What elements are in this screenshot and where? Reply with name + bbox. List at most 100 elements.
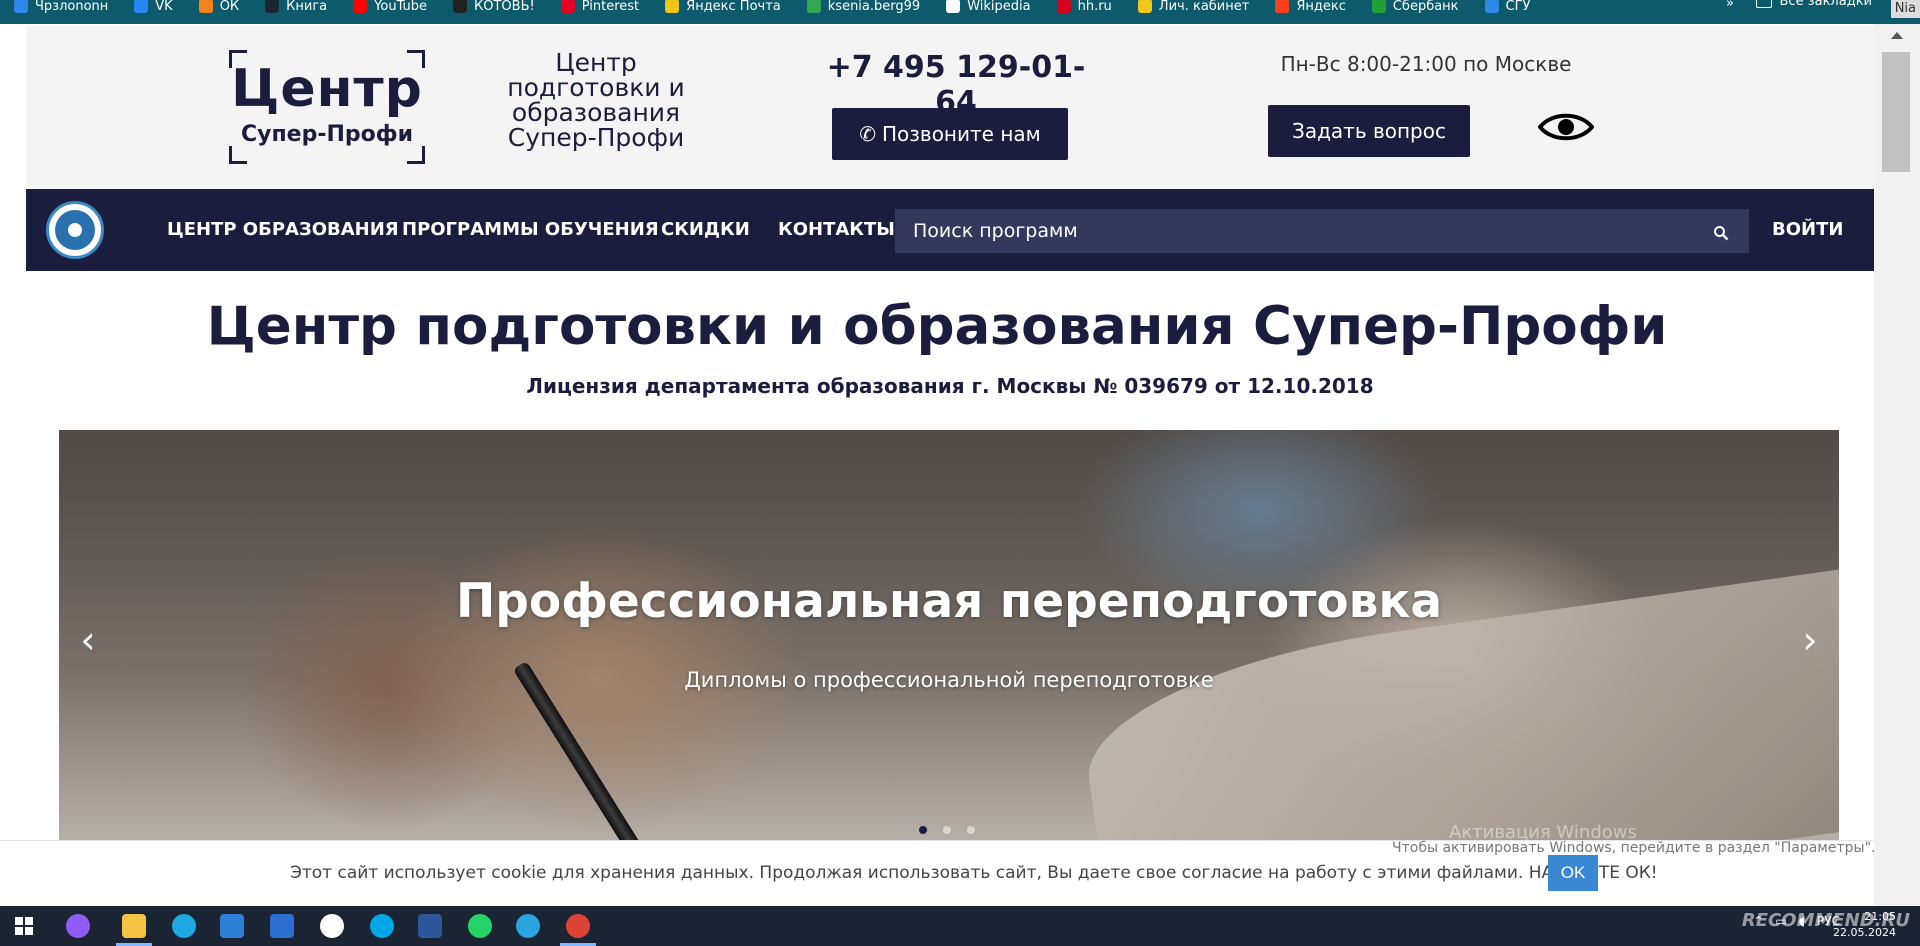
page-scrollbar[interactable] — [1874, 24, 1920, 906]
bookmark-label: VK — [155, 0, 173, 14]
bookmark-favicon-icon — [265, 0, 280, 13]
bookmark-favicon-icon — [198, 0, 213, 13]
carousel-dot[interactable] — [943, 826, 951, 834]
working-hours: Пн-Вс 8:00-21:00 по Москве — [1280, 52, 1572, 76]
windows-taskbar: ⌃ ▭ ◖ РУС 21:05 22.05.2024 RECOMMEND.RU — [0, 906, 1920, 946]
bookmark-favicon-icon — [806, 0, 821, 13]
nav-item-contacts[interactable]: КОНТАКТЫ — [778, 219, 895, 240]
recommend-watermark: RECOMMEND.RU — [1741, 910, 1910, 931]
bookmark-item[interactable]: Чрзлononн — [14, 0, 108, 14]
cookie-ok-button[interactable]: OK — [1548, 855, 1598, 891]
bookmark-item[interactable]: Pinterest — [560, 0, 639, 14]
all-bookmarks-folder[interactable]: Все закладки — [1755, 0, 1873, 9]
windows-activation-hint: Чтобы активировать Windows, перейдите в … — [1392, 840, 1876, 856]
bookmark-favicon-icon — [946, 0, 961, 13]
search-icon[interactable] — [1713, 225, 1729, 241]
site-header: Центр Супер-Профи Центр подготовки и обр… — [26, 26, 1874, 189]
all-bookmarks-label: Все закладки — [1779, 0, 1873, 9]
bookmark-label: hh.ru — [1077, 0, 1112, 14]
bookmark-label: КОТОВЬ! — [474, 0, 535, 14]
microsoft-store-icon[interactable] — [220, 914, 244, 938]
logo-line-1: Центр — [231, 59, 423, 119]
scrollbar-thumb[interactable] — [1882, 52, 1910, 172]
bookmark-item[interactable]: КОТОВЬ! — [453, 0, 535, 14]
main-navigation: ЦЕНТР ОБРАЗОВАНИЯ ПРОГРАММЫ ОБУЧЕНИЯ СКИ… — [26, 189, 1874, 271]
bookmark-label: Яндекс — [1296, 0, 1346, 14]
bookmark-item[interactable]: Сбербанк — [1371, 0, 1459, 14]
bookmark-item[interactable]: hh.ru — [1056, 0, 1112, 14]
program-search — [895, 209, 1749, 253]
bookmark-label: СГУ — [1505, 0, 1531, 14]
bookmark-label: YouTube — [374, 0, 428, 14]
page-title: Центр подготовки и образования Супер-Про… — [206, 296, 1668, 357]
edge-browser-icon[interactable] — [172, 914, 196, 938]
bookmark-item[interactable]: СГУ — [1484, 0, 1531, 14]
logo-line-2: Супер-Профи — [240, 122, 413, 147]
emblem-center — [68, 223, 82, 237]
scroll-up-arrow-icon[interactable] — [1891, 32, 1903, 39]
windows-activation-watermark: Активация Windows — [1449, 822, 1637, 840]
nav-item-education-center[interactable]: ЦЕНТР ОБРАЗОВАНИЯ — [167, 219, 399, 240]
bookmark-favicon-icon — [453, 0, 468, 13]
logo-caption: Центр подготовки и образования Супер-Про… — [507, 48, 685, 152]
carousel-dot[interactable] — [967, 826, 975, 834]
phone-icon: ✆ — [859, 122, 876, 146]
ask-question-button[interactable]: Задать вопрос — [1268, 105, 1470, 157]
bookmark-item[interactable]: Яндекс Почта — [665, 0, 781, 14]
bookmark-favicon-icon — [665, 0, 680, 13]
yandex-browser-icon[interactable] — [320, 914, 344, 938]
bookmark-item[interactable]: VK — [134, 0, 173, 14]
word-icon[interactable] — [418, 914, 442, 938]
alice-assistant-icon[interactable] — [66, 914, 90, 938]
folder-icon — [1755, 0, 1772, 8]
carousel-next-icon[interactable]: › — [1795, 620, 1825, 660]
bookmark-favicon-icon — [1137, 0, 1152, 13]
emblem-logo[interactable] — [46, 201, 104, 259]
whatsapp-icon[interactable] — [468, 914, 492, 938]
bookmarks-bar: Чрзлononн VK ОК Книга YouTube КОТОВЬ! Pinteres… — [0, 0, 1920, 24]
emblem-inner — [55, 210, 95, 250]
bookmark-favicon-icon — [1056, 0, 1071, 13]
carousel-indicators — [919, 826, 991, 834]
login-link[interactable]: ВОЙТИ — [1772, 219, 1843, 240]
bookmark-favicon-icon — [560, 0, 575, 13]
bookmark-favicon-icon — [353, 0, 368, 13]
carousel-prev-icon[interactable]: ‹ — [73, 620, 103, 660]
bookmarks-overflow-button[interactable]: » — [1726, 0, 1734, 11]
mail-icon[interactable] — [270, 914, 294, 938]
bookmark-item[interactable]: YouTube — [353, 0, 427, 14]
bookmark-label: ksenia.berg99 — [827, 0, 921, 14]
bookmark-item[interactable]: ОК — [198, 0, 240, 14]
bookmark-item[interactable]: Книга — [265, 0, 327, 14]
slide-title: Профессиональная переподготовка — [455, 574, 1443, 629]
slide-subtitle: Дипломы о профессиональной переподготовк… — [684, 668, 1214, 692]
eye-icon[interactable] — [1538, 110, 1594, 144]
bookmark-label: Сбербанк — [1392, 0, 1459, 14]
bookmark-label: ОК — [219, 0, 240, 14]
bookmark-favicon-icon — [1484, 0, 1499, 13]
bookmark-label: Книга — [286, 0, 328, 14]
chrome-icon[interactable] — [566, 914, 590, 938]
bookmark-label: Яндекс Почта — [686, 0, 781, 14]
search-input[interactable] — [913, 209, 1673, 253]
bookmark-item[interactable]: ksenia.berg99 — [806, 0, 921, 14]
nav-item-discounts[interactable]: СКИДКИ — [661, 219, 750, 240]
license-info: Лицензия департамента образования г. Мос… — [526, 374, 1374, 398]
carousel-dot[interactable] — [919, 826, 927, 834]
telegram-icon[interactable] — [516, 914, 540, 938]
call-us-label: Позвоните нам — [882, 122, 1041, 146]
bookmark-item[interactable]: Wikipedia — [946, 0, 1031, 14]
bookmark-item[interactable]: Яндекс — [1275, 0, 1346, 14]
bookmark-label: Лич. кабинет — [1158, 0, 1250, 14]
bookmark-label: Чрзлononн — [35, 0, 109, 14]
site-logo[interactable]: Центр Супер-Профи — [229, 50, 425, 164]
hero-carousel[interactable]: Профессиональная переподготовка Дипломы … — [59, 430, 1839, 840]
windows-start-icon[interactable] — [12, 914, 36, 938]
logo-corner — [229, 146, 247, 164]
skype-icon[interactable] — [370, 914, 394, 938]
cookie-text: Этот сайт использует cookie для хранения… — [290, 863, 1658, 883]
nav-item-programs[interactable]: ПРОГРАММЫ ОБУЧЕНИЯ — [402, 219, 659, 240]
call-us-button[interactable]: ✆ Позвоните нам — [832, 108, 1068, 160]
bookmark-item[interactable]: Лич. кабинет — [1137, 0, 1250, 14]
file-explorer-icon[interactable] — [122, 914, 146, 938]
